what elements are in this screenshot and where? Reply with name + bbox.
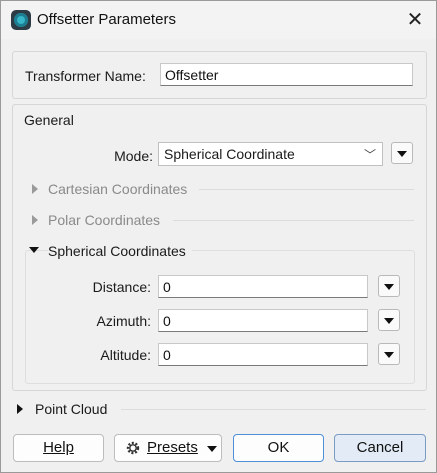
altitude-options-button[interactable] <box>378 343 400 365</box>
help-button-label: Help <box>43 439 74 456</box>
mode-dropdown-value: Spherical Coordinate <box>164 146 295 162</box>
expand-arrow-icon <box>32 215 38 225</box>
offsetter-parameters-dialog: Offsetter Parameters ✕ Transformer Name:… <box>0 0 437 473</box>
divider <box>121 409 426 410</box>
divider <box>199 189 414 190</box>
help-button[interactable]: Help <box>13 434 104 462</box>
transformer-name-label: Transformer Name: <box>25 68 146 84</box>
mode-options-button[interactable] <box>391 142 413 164</box>
divider <box>173 220 414 221</box>
window-title: Offsetter Parameters <box>37 11 176 28</box>
cancel-button[interactable]: Cancel <box>334 434 426 462</box>
cartesian-section-label: Cartesian Coordinates <box>48 181 188 197</box>
transformer-name-panel: Transformer Name: <box>12 51 427 99</box>
general-heading: General <box>24 112 74 128</box>
ok-button[interactable]: OK <box>233 434 324 462</box>
transformer-name-input[interactable] <box>160 63 413 86</box>
general-panel: General Mode: Spherical Coordinate ﹀ Car… <box>12 104 427 391</box>
spherical-section-toggle[interactable]: Spherical Coordinates <box>13 241 426 261</box>
cancel-button-label: Cancel <box>356 439 404 456</box>
mode-dropdown[interactable]: Spherical Coordinate ﹀ <box>158 142 383 166</box>
point-cloud-label: Point Cloud <box>35 401 108 417</box>
distance-options-button[interactable] <box>378 275 400 297</box>
presets-button-label: Presets <box>147 439 198 456</box>
polar-section-label: Polar Coordinates <box>48 212 161 228</box>
expand-arrow-icon <box>32 184 38 194</box>
spherical-section-label: Spherical Coordinates <box>48 243 192 259</box>
app-icon <box>11 10 31 30</box>
presets-button[interactable]: Presets <box>114 434 222 462</box>
expand-arrow-icon <box>17 404 23 414</box>
polar-section-toggle[interactable]: Polar Coordinates <box>13 210 426 230</box>
azimuth-label: Azimuth: <box>96 313 151 329</box>
azimuth-input[interactable] <box>158 309 368 332</box>
altitude-label: Altitude: <box>100 347 151 363</box>
altitude-input[interactable] <box>158 343 368 366</box>
mode-label: Mode: <box>114 148 153 164</box>
close-icon[interactable]: ✕ <box>402 7 428 33</box>
gear-icon <box>126 441 140 455</box>
point-cloud-section-toggle[interactable]: Point Cloud <box>1 399 436 419</box>
distance-input[interactable] <box>158 275 368 298</box>
collapse-arrow-icon <box>29 247 39 253</box>
caret-down-icon <box>207 446 217 452</box>
ok-button-label: OK <box>267 439 290 456</box>
azimuth-options-button[interactable] <box>378 309 400 331</box>
title-bar: Offsetter Parameters ✕ <box>1 1 436 39</box>
chevron-down-icon: ﹀ <box>363 148 376 162</box>
cartesian-section-toggle[interactable]: Cartesian Coordinates <box>13 179 426 199</box>
distance-label: Distance: <box>92 279 151 295</box>
